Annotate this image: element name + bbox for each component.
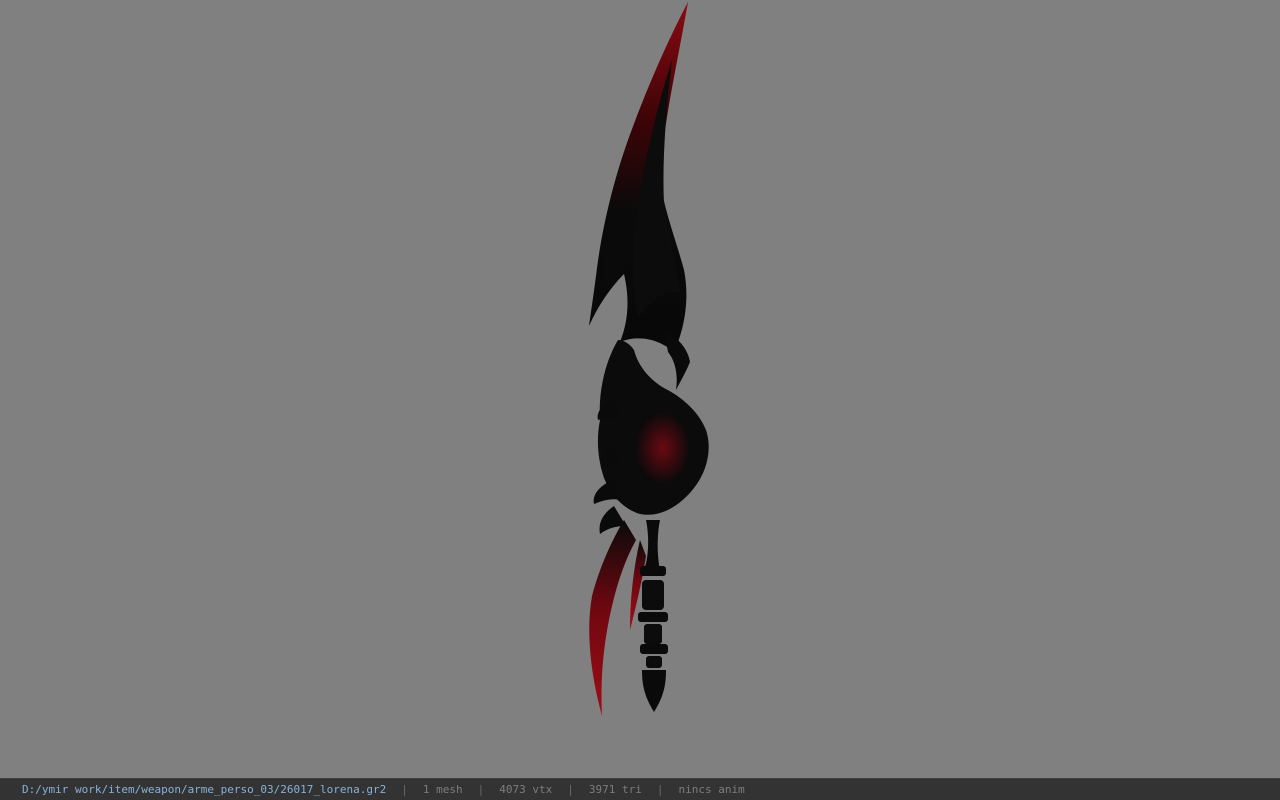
animation-status: nincs anim [678, 783, 745, 796]
separator: | [477, 783, 485, 796]
lower-left-blade [589, 520, 636, 716]
handle-segment-6 [646, 656, 662, 668]
separator: | [567, 783, 574, 796]
handle-segment-4 [644, 624, 662, 644]
3d-viewport[interactable] [0, 0, 1280, 778]
pommel [642, 670, 666, 712]
triangle-count: 3971 tri [588, 783, 642, 796]
handle-segment-3 [638, 612, 668, 622]
file-path: D:/ymir work/item/weapon/arme_perso_03/2… [22, 783, 387, 796]
status-bar: D:/ymir work/item/weapon/arme_perso_03/2… [0, 778, 1280, 800]
weapon-model [589, 2, 709, 716]
vertex-count: 4073 vtx [499, 783, 553, 796]
separator: | [656, 783, 664, 796]
separator: | [401, 783, 408, 796]
handle-segment-5 [640, 644, 668, 654]
handle-segment-2 [642, 580, 664, 610]
mesh-count: 1 mesh [422, 783, 463, 796]
handle [644, 520, 660, 570]
handle-segment-1 [640, 566, 666, 576]
